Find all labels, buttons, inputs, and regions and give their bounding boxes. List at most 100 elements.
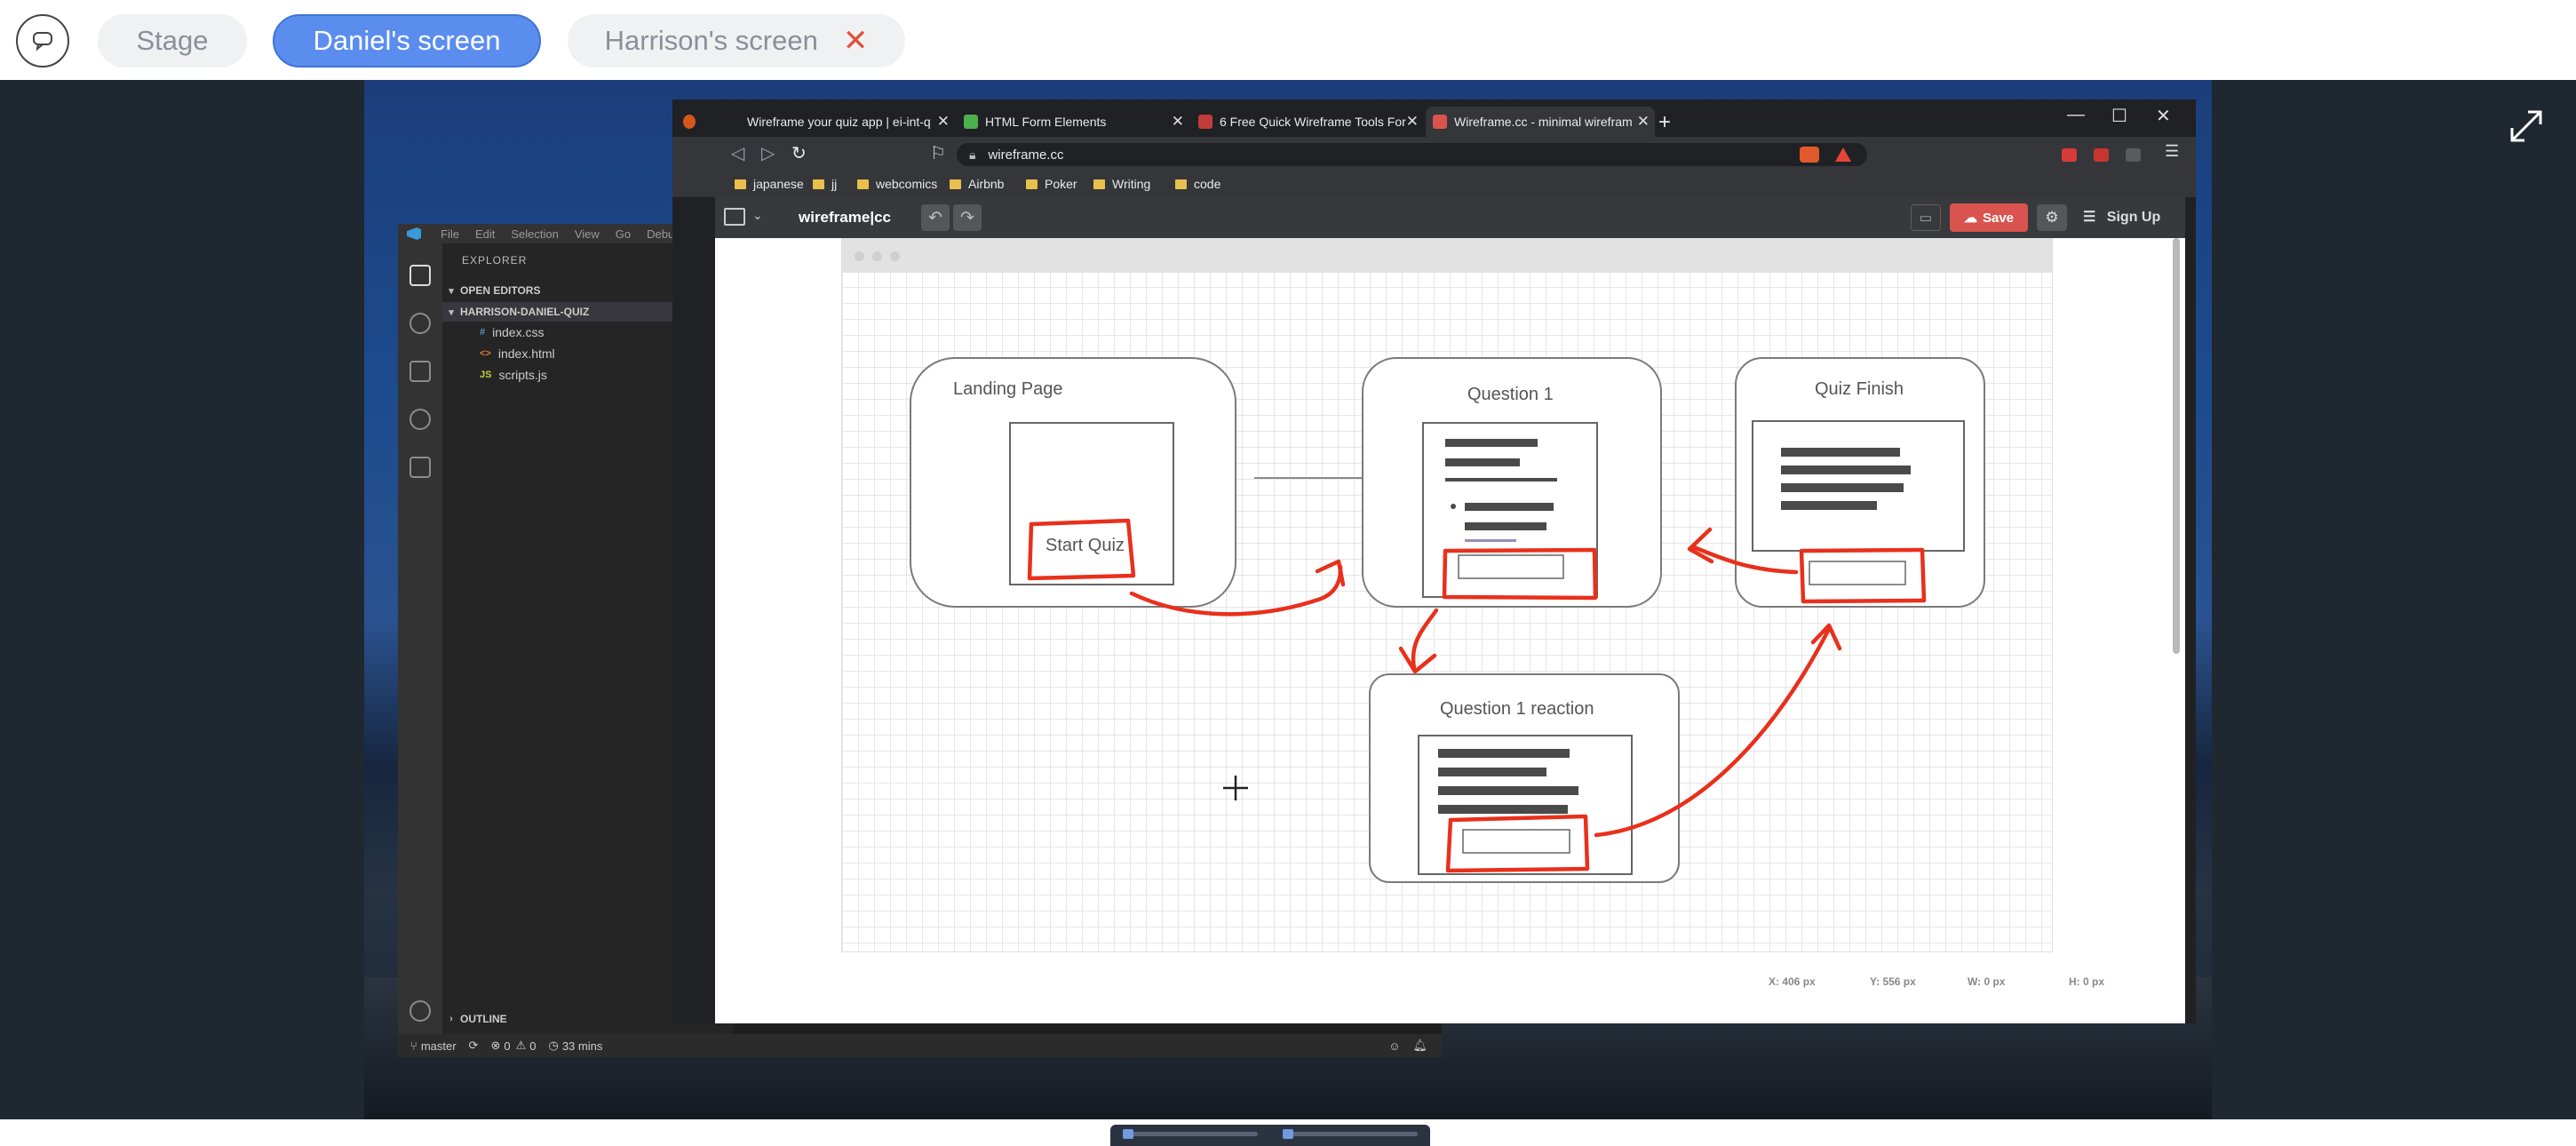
signup-label: Sign Up [2106,210,2161,225]
menu-file[interactable]: File [441,227,459,241]
vscode-activity-bar [398,243,442,1034]
new-tab-icon[interactable]: + [1658,110,1671,135]
menu-selection[interactable]: Selection [511,227,558,241]
annotation-arrowhead [1398,646,1437,674]
wireframe-drawing[interactable]: Landing Page Start Quiz Question 1 Quiz … [841,238,2053,952]
bookmark-folder[interactable]: Writing [1093,177,1150,191]
file-item[interactable]: <> index.html [480,346,555,361]
menu-edit[interactable]: Edit [475,227,495,241]
bookmark-folder[interactable]: webcomics [857,177,937,191]
chevron-right-icon: › [449,1014,453,1024]
bookmark-label: japanese [753,177,804,191]
wireframe-canvas-area[interactable]: Landing Page Start Quiz Question 1 Quiz … [715,238,2185,1023]
close-icon[interactable]: ✕ [843,23,869,59]
close-tab-icon[interactable]: ✕ [937,113,950,131]
tab-daniels-screen[interactable]: Daniel's screen [273,14,541,68]
back-icon[interactable]: ◁ [731,142,744,164]
files-icon[interactable] [409,265,431,286]
landing-content-box [1009,422,1174,585]
slider-handle[interactable] [1123,1129,1133,1139]
file-item[interactable]: JS scripts.js [480,368,547,382]
coord-w: W: 0 px [1968,975,2006,988]
canvas-scrollbar[interactable] [2173,238,2180,654]
text-line [1465,503,1554,511]
extensions-icon[interactable] [409,457,431,478]
screen-landing-page[interactable]: Landing Page Start Quiz [910,357,1236,608]
undo-button[interactable]: ↶ [921,204,950,231]
feedback-icon[interactable]: ☺ [1388,1039,1400,1053]
screen-question-1-reaction[interactable]: Question 1 reaction [1369,673,1680,883]
redo-button[interactable]: ↷ [953,204,982,231]
browser-tab-active[interactable]: Wireframe.cc - minimal wirefram ✕ [1426,107,1655,137]
fullscreen-expand-icon[interactable] [2507,107,2546,146]
close-tab-icon[interactable]: ✕ [1172,113,1184,131]
screen-share-stage: File Edit Selection View Go Debug Te EXP… [0,80,2576,1119]
source-control-icon[interactable] [409,361,431,382]
hamburger-icon: ☰ [2083,210,2096,225]
warning-icon: ⚠ [515,1039,527,1052]
brave-rewards-icon[interactable] [1835,147,1851,162]
bookmark-folder[interactable]: Airbnb [950,177,1004,191]
bookmark-folder[interactable]: jj [813,177,837,191]
reload-icon[interactable]: ↻ [791,142,807,164]
browser-menu-icon[interactable]: ☰ [2165,142,2179,161]
page-layout-icon[interactable] [724,208,745,226]
tab-stage[interactable]: Stage [98,14,247,68]
screen-question-1[interactable]: Question 1 [1362,357,1662,608]
text-line [1438,786,1578,795]
warning-count[interactable]: 0 [529,1039,536,1053]
folder-icon [813,179,824,189]
menu-view[interactable]: View [575,227,600,241]
slider-handle[interactable] [1283,1129,1293,1139]
close-tab-icon[interactable]: ✕ [1637,113,1650,131]
search-icon[interactable] [409,313,431,334]
chat-button[interactable] [16,14,69,68]
bookmark-folder[interactable]: Poker [1026,177,1077,191]
text-line [1438,749,1570,758]
error-count[interactable]: 0 [504,1039,510,1053]
bottom-bar [0,1119,2576,1146]
address-bar[interactable]: 🔒︎ wireframe.cc [957,143,1867,166]
bookmark-folder[interactable]: japanese [735,177,804,191]
tab-harrisons-screen[interactable]: Harrison's screen ✕ [568,14,905,68]
extension-mail-icon[interactable] [2062,148,2077,162]
debug-icon[interactable] [409,409,431,430]
close-tab-icon[interactable]: ✕ [1406,113,1419,131]
js-file-icon: JS [480,370,492,380]
chevron-down-icon[interactable]: ⌄ [752,208,763,223]
maximize-icon[interactable]: ☐ [2111,105,2127,127]
browser-tab[interactable]: HTML Form Elements ✕ [957,107,1189,137]
text-line [1465,522,1546,530]
browser-tab-pinned[interactable] [683,107,703,137]
text-line [1465,539,1516,542]
comment-button[interactable]: ▭ [1911,204,1941,231]
text-line [1445,458,1520,466]
lock-icon: 🔒︎ [969,147,976,162]
file-item[interactable]: # index.css [480,325,544,339]
settings-button[interactable]: ⚙ [2037,204,2067,231]
menu-go[interactable]: Go [616,227,631,241]
annotation-arrowhead [1687,527,1714,564]
forward-icon[interactable]: ▷ [761,142,775,164]
extension-mail-2-icon[interactable] [2094,148,2109,162]
bookmark-label: Poker [1045,177,1077,191]
coord-y: Y: 556 px [1870,975,1916,988]
sync-icon[interactable]: ⟳ [469,1039,479,1053]
signup-link[interactable]: ☰ Sign Up [2083,208,2160,226]
wireframe-brand: wireframe|cc [799,209,891,226]
bookmark-icon[interactable]: ⚐ [930,142,946,164]
browser-tab[interactable]: Wireframe your quiz app | ei-int-q ✕ [715,107,955,137]
bookmark-folder[interactable]: code [1175,177,1220,191]
layout-slider[interactable] [1110,1125,1430,1146]
brave-shield-icon[interactable] [1800,147,1819,163]
gear-icon[interactable] [409,1000,431,1022]
extension-3-icon[interactable] [2126,148,2141,162]
close-window-icon[interactable]: ✕ [2156,105,2171,127]
sliders-icon: ⚙ [2045,209,2059,226]
browser-tab[interactable]: 6 Free Quick Wireframe Tools For ✕ [1191,107,1424,137]
minimize-icon[interactable]: — [2067,105,2085,125]
undo-icon: ↶ [928,208,942,227]
branch-name[interactable]: master [421,1039,457,1053]
save-button[interactable]: ☁ Save [1950,203,2028,232]
bell-icon[interactable]: 🔔︎ [1412,1039,1427,1053]
